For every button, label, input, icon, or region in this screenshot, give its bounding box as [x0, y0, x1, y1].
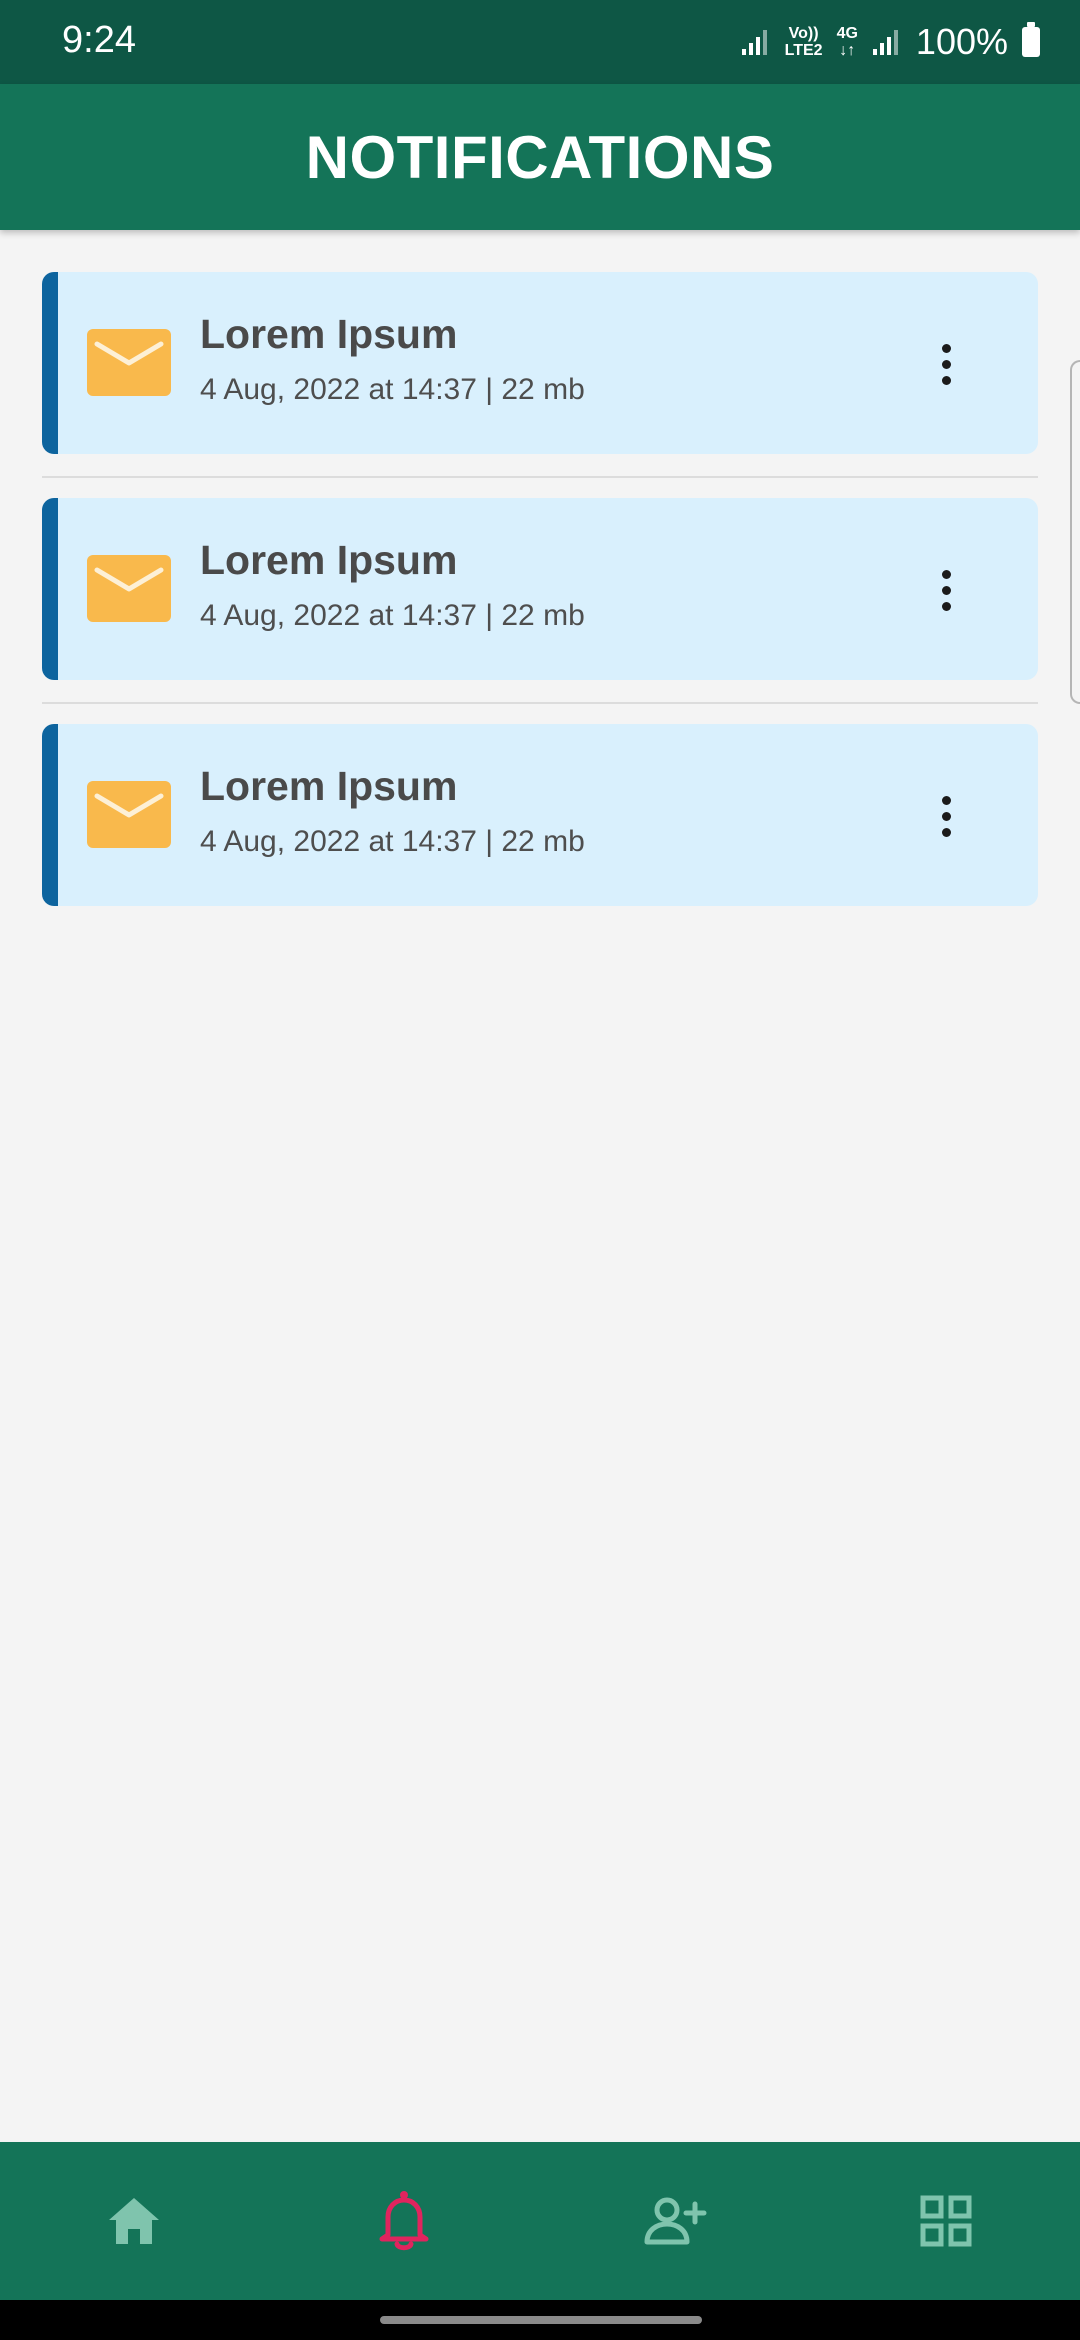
notification-title: Lorem Ipsum [200, 537, 458, 583]
divider [42, 476, 1038, 478]
mail-icon [87, 555, 171, 622]
more-options-button[interactable] [920, 338, 972, 390]
volte-bottom-text: LTE2 [784, 42, 823, 59]
more-options-button[interactable] [920, 564, 972, 616]
network-type-indicator: 4G ↓↑ [837, 25, 858, 59]
nav-home[interactable] [99, 2186, 169, 2256]
signal-icon [741, 30, 767, 55]
grid-icon [920, 2195, 972, 2247]
mail-icon [87, 329, 171, 396]
add-user-icon [644, 2197, 707, 2245]
volte-top-text: Vo)) [788, 25, 819, 42]
data-activity-icon: ↓↑ [839, 42, 856, 59]
gesture-handle[interactable] [380, 2316, 702, 2324]
more-dot-icon [941, 827, 951, 837]
home-icon [109, 2198, 159, 2244]
status-bar: 9:24 Vo)) LTE2 4G ↓↑ 100% [0, 0, 1080, 84]
card-accent-bar [42, 724, 58, 906]
bottom-navigation [0, 2142, 1080, 2300]
card-accent-bar [42, 498, 58, 680]
battery-percentage: 100% [915, 21, 1008, 62]
card-accent-bar [42, 272, 58, 454]
more-dot-icon [941, 601, 951, 611]
more-dot-icon [941, 343, 951, 353]
notification-card[interactable]: Lorem Ipsum 4 Aug, 2022 at 14:37 | 22 mb [42, 498, 1038, 680]
notification-title: Lorem Ipsum [200, 763, 458, 809]
notification-card[interactable]: Lorem Ipsum 4 Aug, 2022 at 14:37 | 22 mb [42, 724, 1038, 906]
battery-icon [1022, 22, 1040, 57]
bell-icon [379, 2191, 429, 2251]
more-dot-icon [941, 359, 951, 369]
more-dot-icon [941, 585, 951, 595]
page-title: NOTIFICATIONS [305, 123, 775, 191]
notification-meta: 4 Aug, 2022 at 14:37 | 22 mb [200, 599, 585, 632]
volte-indicator: Vo)) LTE2 [785, 25, 823, 59]
signal-icon-secondary [872, 30, 898, 55]
app-header: NOTIFICATIONS [0, 84, 1080, 230]
notification-card[interactable]: Lorem Ipsum 4 Aug, 2022 at 14:37 | 22 mb [42, 272, 1038, 454]
status-icons: Vo)) LTE2 4G ↓↑ 100% [741, 14, 1040, 70]
status-time: 9:24 [62, 19, 136, 61]
divider [42, 702, 1038, 704]
notification-title: Lorem Ipsum [200, 311, 458, 357]
more-dot-icon [941, 811, 951, 821]
more-options-button[interactable] [920, 790, 972, 842]
notification-meta: 4 Aug, 2022 at 14:37 | 22 mb [200, 825, 585, 858]
notification-meta: 4 Aug, 2022 at 14:37 | 22 mb [200, 373, 585, 406]
mail-icon [87, 781, 171, 848]
scroll-edge-indicator [1070, 360, 1080, 704]
more-dot-icon [941, 795, 951, 805]
nav-menu[interactable] [911, 2186, 981, 2256]
system-gesture-bar [0, 2300, 1080, 2340]
nav-notifications[interactable] [369, 2186, 439, 2256]
network-type-text: 4G [836, 25, 858, 42]
nav-add-user[interactable] [640, 2186, 710, 2256]
more-dot-icon [941, 569, 951, 579]
more-dot-icon [941, 375, 951, 385]
